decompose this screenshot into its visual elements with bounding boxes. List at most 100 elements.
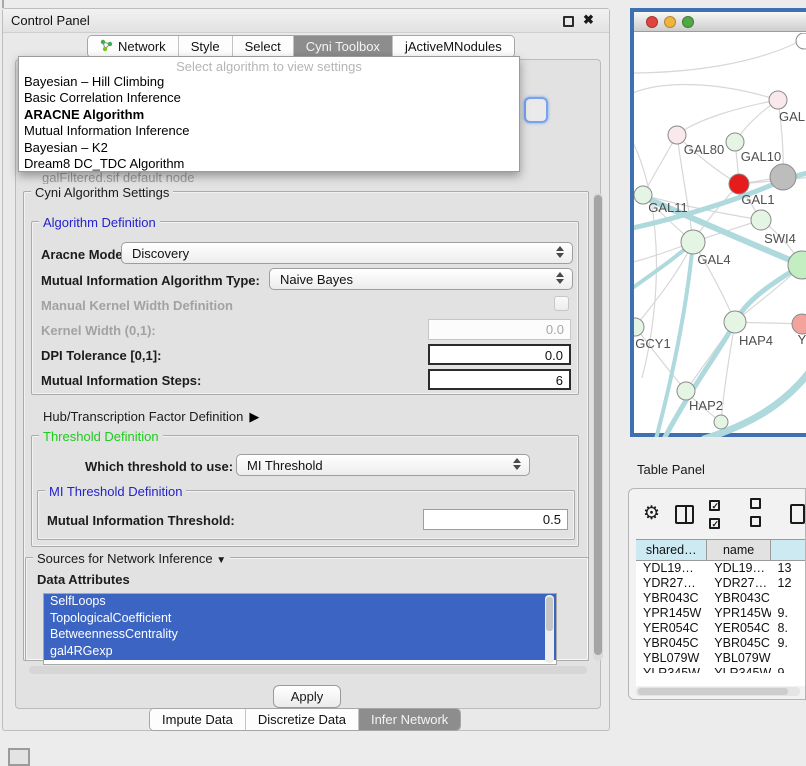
- algorithm-option-bayesian-k2[interactable]: Bayesian – K2: [19, 140, 519, 156]
- network-window-titlebar[interactable]: [634, 12, 806, 32]
- network-edge[interactable]: [664, 265, 802, 437]
- mi-steps-field[interactable]: 6: [428, 369, 571, 390]
- which-threshold-value: MI Threshold: [247, 458, 323, 473]
- checked-boxes-icon[interactable]: ✓✓: [709, 496, 734, 532]
- tab-impute-data[interactable]: Impute Data: [150, 709, 246, 730]
- column-header-shared[interactable]: shared…: [636, 540, 707, 560]
- network-edge[interactable]: [677, 100, 778, 135]
- table-cell: YPR145W: [707, 606, 770, 621]
- table-row[interactable]: YBR043CYBR043C: [636, 591, 806, 606]
- table-row[interactable]: YDL19…YDL19…13: [636, 561, 806, 576]
- table-cell: YDR27…: [707, 576, 770, 591]
- hub-transcription-factor-section[interactable]: Hub/Transcription Factor Definition ▶: [43, 409, 259, 425]
- data-attributes-list[interactable]: SelfLoopsTopologicalCoefficientBetweenne…: [43, 593, 557, 665]
- network-edge[interactable]: [634, 43, 796, 73]
- tab-cyni-toolbox[interactable]: Cyni Toolbox: [294, 36, 393, 57]
- network-canvas[interactable]: GALGAL80GAL10GAL1GAL11SWI4GAL4GCY1HAP4YH…: [634, 33, 806, 437]
- minimize-traffic-light[interactable]: [664, 16, 676, 28]
- sources-title[interactable]: Sources for Network Inference ▼: [33, 551, 230, 566]
- tab-network[interactable]: Network: [88, 36, 179, 57]
- network-node[interactable]: [770, 164, 796, 190]
- tab-label: Select: [245, 39, 281, 54]
- mi-algorithm-type-label: Mutual Information Algorithm Type:: [41, 273, 260, 288]
- attributes-list-scrollbar[interactable]: [545, 595, 554, 663]
- column-header-name[interactable]: name: [707, 540, 770, 560]
- table-cell: 9.: [771, 606, 806, 621]
- network-node-label: HAP4: [739, 333, 773, 348]
- settings-vertical-scrollbar[interactable]: [593, 193, 603, 661]
- attribute-item-selfloops[interactable]: SelfLoops: [44, 594, 556, 611]
- focused-help-button[interactable]: [524, 97, 548, 123]
- settings-horizontal-scrollbar[interactable]: [29, 666, 587, 674]
- column-header-2[interactable]: [771, 540, 806, 560]
- stepper-arrows-icon: [513, 458, 522, 470]
- dpi-tolerance-field[interactable]: 0.0: [428, 344, 571, 365]
- table-horizontal-scrollbar[interactable]: [636, 687, 800, 696]
- network-node[interactable]: [796, 33, 806, 49]
- table-row[interactable]: YBL079WYBL079W: [636, 651, 806, 666]
- network-node[interactable]: [724, 311, 746, 333]
- algorithm-option-bayesian-hill-climbing[interactable]: Bayesian – Hill Climbing: [19, 74, 519, 90]
- table-cell: YER054C: [636, 621, 707, 636]
- tab-select[interactable]: Select: [233, 36, 294, 57]
- table-cell: 9.: [771, 666, 806, 673]
- zoom-traffic-light[interactable]: [682, 16, 694, 28]
- table-cell: 9.: [771, 636, 806, 651]
- table-cell: [771, 651, 806, 666]
- tab-style[interactable]: Style: [179, 36, 233, 57]
- algorithm-option-dream8-dc-tdc-algorithm[interactable]: Dream8 DC_TDC Algorithm: [19, 156, 519, 172]
- tab-jactivemnodules[interactable]: jActiveMNodules: [393, 36, 514, 57]
- network-node[interactable]: [681, 230, 705, 254]
- page-icon[interactable]: [790, 504, 805, 524]
- network-node[interactable]: [714, 415, 728, 429]
- close-traffic-light[interactable]: [646, 16, 658, 28]
- manual-kernel-width-checkbox[interactable]: [554, 296, 569, 311]
- threshold-definition-title: Threshold Definition: [39, 429, 163, 444]
- network-node[interactable]: [634, 318, 644, 336]
- unchecked-boxes-icon[interactable]: [750, 496, 775, 532]
- table-row[interactable]: YPR145WYPR145W9.: [636, 606, 806, 621]
- aracne-mode-label: Aracne Mode:: [41, 247, 127, 262]
- table-row[interactable]: YER054CYER054C8.: [636, 621, 806, 636]
- columns-icon[interactable]: [675, 505, 694, 524]
- table-row[interactable]: YLR345WYLR345W9.: [636, 666, 806, 673]
- table-row[interactable]: YDR27…YDR27…12: [636, 576, 806, 591]
- manual-kernel-width-label: Manual Kernel Width Definition: [41, 298, 233, 313]
- apply-button[interactable]: Apply: [273, 685, 341, 708]
- table-cell: [771, 591, 806, 606]
- close-icon[interactable]: ✖: [583, 12, 594, 28]
- network-node[interactable]: [792, 314, 806, 334]
- table-body: YDL19…YDL19…13YDR27…YDR27…12YBR043CYBR04…: [636, 561, 806, 673]
- float-window-icon[interactable]: [563, 16, 574, 27]
- algorithm-option-basic-correlation-inference[interactable]: Basic Correlation Inference: [19, 90, 519, 106]
- network-icon: [100, 39, 113, 55]
- gear-icon[interactable]: ⚙: [643, 504, 660, 524]
- table-header-row: shared…name: [636, 539, 806, 561]
- tab-infer-network[interactable]: Infer Network: [359, 709, 460, 730]
- tab-label: Discretize Data: [258, 712, 346, 727]
- table-cell: YLR345W: [707, 666, 770, 673]
- tab-label: Impute Data: [162, 712, 233, 727]
- algorithm-option-mutual-information-inference[interactable]: Mutual Information Inference: [19, 123, 519, 139]
- network-node[interactable]: [769, 91, 787, 109]
- network-node[interactable]: [729, 174, 749, 194]
- aracne-mode-combo[interactable]: Discovery: [121, 242, 573, 264]
- hub-section-label: Hub/Transcription Factor Definition: [43, 409, 243, 424]
- attribute-item-topologicalcoefficient[interactable]: TopologicalCoefficient: [44, 611, 556, 628]
- table-row[interactable]: YBR045CYBR045C9.: [636, 636, 806, 651]
- mi-threshold-field[interactable]: 0.5: [423, 509, 568, 530]
- algorithm-option-aracne-algorithm[interactable]: ARACNE Algorithm: [19, 107, 519, 123]
- network-node[interactable]: [751, 210, 771, 230]
- network-edge[interactable]: [634, 84, 778, 100]
- tab-discretize-data[interactable]: Discretize Data: [246, 709, 359, 730]
- mi-algorithm-type-combo[interactable]: Naive Bayes: [269, 268, 573, 290]
- algorithm-dropdown: Select algorithm to view settings Bayesi…: [18, 56, 520, 172]
- expand-right-icon: ▶: [249, 409, 259, 424]
- attribute-item-betweennesscentrality[interactable]: BetweennessCentrality: [44, 627, 556, 644]
- node-table: shared…name YDL19…YDL19…13YDR27…YDR27…12…: [636, 539, 806, 686]
- which-threshold-combo[interactable]: MI Threshold: [236, 454, 530, 476]
- minimized-panel-icon[interactable]: [8, 748, 30, 766]
- attribute-item-gal4rgexp[interactable]: gal4RGexp: [44, 644, 556, 661]
- table-panel-window: ⚙ ✓✓ shared…name YDL19…YDL19…13YDR27…YDR…: [628, 488, 806, 700]
- aracne-mode-value: Discovery: [132, 246, 189, 261]
